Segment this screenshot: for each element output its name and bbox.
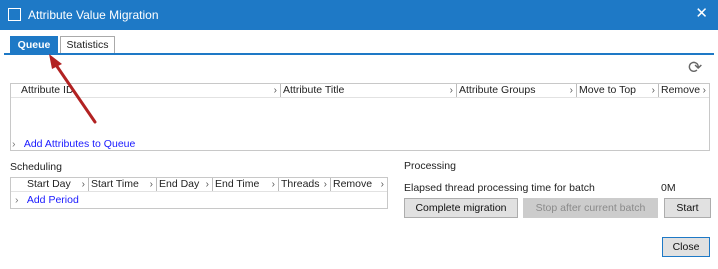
refresh-icon[interactable]: ⟳ (688, 58, 702, 78)
column-label: Remove (661, 84, 701, 96)
column-label: End Time (215, 178, 260, 190)
add-period-row: › Add Period (15, 194, 79, 206)
chevron-right-icon: › (449, 85, 453, 96)
processing-heading: Processing (404, 160, 456, 172)
chevron-right-icon: › (569, 85, 573, 96)
column-label: Remove (333, 178, 373, 190)
grid-header: Attribute ID › Attribute Title › Attribu… (11, 84, 709, 98)
chevron-right-icon: › (205, 179, 209, 190)
complete-migration-button[interactable]: Complete migration (404, 198, 518, 218)
elapsed-time-value: 0M (661, 182, 676, 194)
chevron-right-icon: › (273, 85, 277, 96)
chevron-right-icon: › (149, 179, 153, 190)
tab-statistics[interactable]: Statistics (60, 36, 115, 54)
column-label: Attribute ID (21, 84, 74, 96)
add-period-link[interactable]: Add Period (27, 194, 79, 206)
column-label: Start Day (27, 178, 71, 190)
column-end-day[interactable]: End Day › (159, 178, 213, 191)
column-end-time[interactable]: End Time › (215, 178, 279, 191)
column-label: End Day (159, 178, 200, 190)
column-label: Start Time (91, 178, 139, 190)
chevron-right-icon: › (15, 194, 19, 206)
chevron-right-icon: › (323, 179, 327, 190)
grid-header: Start Day › Start Time › End Day › End T… (11, 178, 387, 192)
chevron-right-icon: › (651, 85, 655, 96)
column-remove[interactable]: Remove › (661, 84, 709, 97)
chevron-right-icon: › (271, 179, 275, 190)
start-button[interactable]: Start (664, 198, 711, 218)
close-icon[interactable]: ✕ (695, 6, 708, 22)
column-label: Move to Top (579, 84, 637, 96)
chevron-right-icon: › (702, 85, 706, 96)
column-remove[interactable]: Remove › (333, 178, 387, 191)
column-attribute-groups[interactable]: Attribute Groups › (459, 84, 577, 97)
app-icon (8, 8, 21, 21)
column-start-day[interactable]: Start Day › (27, 178, 89, 191)
column-label: Threads (281, 178, 320, 190)
add-attributes-link[interactable]: Add Attributes to Queue (24, 138, 136, 150)
tab-underline (4, 53, 714, 55)
tab-queue[interactable]: Queue (10, 36, 58, 54)
column-start-time[interactable]: Start Time › (91, 178, 157, 191)
column-attribute-title[interactable]: Attribute Title › (283, 84, 457, 97)
close-button[interactable]: Close (662, 237, 710, 257)
title-bar: Attribute Value Migration ✕ (0, 0, 718, 30)
column-attribute-id[interactable]: Attribute ID › (21, 84, 281, 97)
window-title: Attribute Value Migration (28, 8, 159, 22)
chevron-right-icon: › (380, 179, 384, 190)
column-threads[interactable]: Threads › (281, 178, 331, 191)
scheduling-heading: Scheduling (10, 161, 62, 173)
elapsed-time-label: Elapsed thread processing time for batch (404, 182, 595, 194)
chevron-right-icon: › (12, 138, 16, 150)
column-label: Attribute Title (283, 84, 345, 96)
column-move-to-top[interactable]: Move to Top › (579, 84, 659, 97)
scheduling-grid: Start Day › Start Time › End Day › End T… (10, 177, 388, 209)
add-attributes-row: › Add Attributes to Queue (12, 138, 135, 150)
stop-after-batch-button[interactable]: Stop after current batch (523, 198, 658, 218)
chevron-right-icon: › (81, 179, 85, 190)
column-label: Attribute Groups (459, 84, 536, 96)
